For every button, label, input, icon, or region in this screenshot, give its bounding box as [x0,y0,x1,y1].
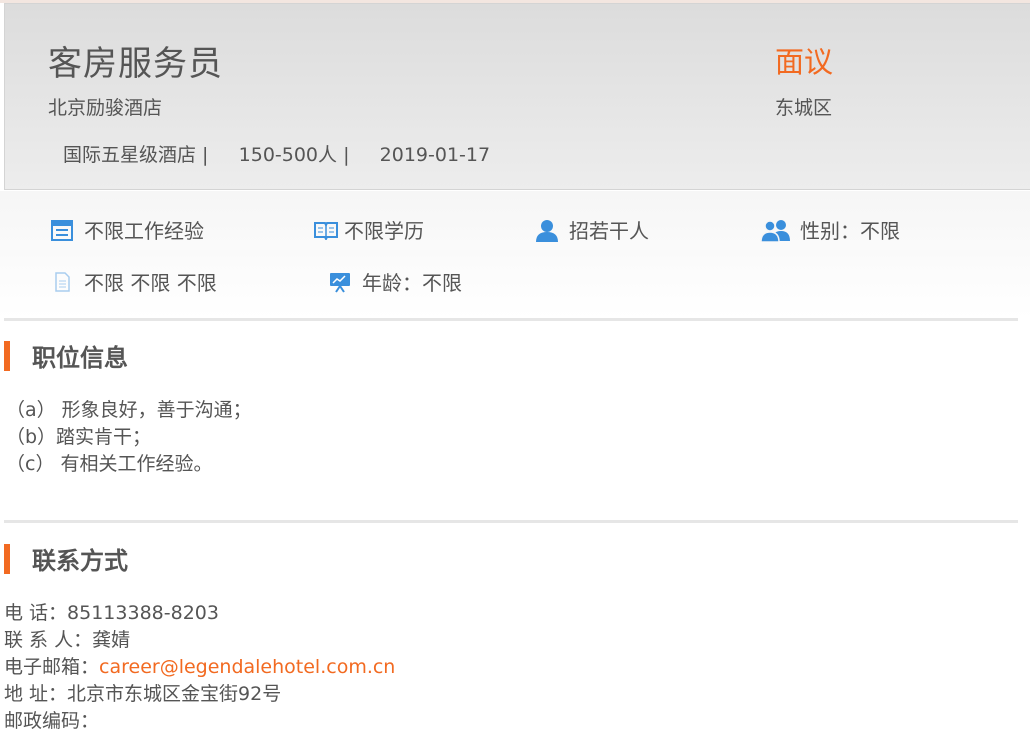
tag-experience-label: 不限工作经验 [84,219,204,243]
salary: 面议 [775,45,834,79]
company-name[interactable]: 北京励骏酒店 [48,93,162,120]
tag-education-label: 不限学历 [344,219,424,243]
district: 东城区 [775,97,833,119]
person-value: 龚婧 [92,629,131,651]
phone-value: 85113388-8203 [67,602,219,624]
presentation-icon [326,269,354,295]
contact-address: 地 址：北京市东城区金宝街92号 [4,679,281,706]
job-tags: 不限工作经验 不限学历 招若干人 性别：不限 不限 不限 不限 年龄：不限 [0,191,1030,319]
tag-extra: 不限 不限 不限 [48,267,217,296]
contact-email: 电子邮箱：career@legendalehotel.com.cn [4,652,395,679]
address-label: 地 址： [4,683,68,705]
job-requirement: （a） 形象良好，善于沟通； [6,399,252,421]
email-label: 电子邮箱： [4,656,100,678]
tag-headcount: 招若干人 [533,215,649,244]
people-icon [760,217,792,243]
job-requirement: （c） 有相关工作经验。 [6,453,213,475]
job-title: 客房服务员 [48,44,223,84]
heading-accent-bar [4,340,10,371]
contact-phone: 电 话：85113388-8203 [4,598,219,625]
job-info-title: 职位信息 [32,344,128,372]
company-meta: 国际五星级酒店 | 150-500人 | 2019-01-17 [63,144,491,166]
phone-label: 电 话： [4,602,68,624]
divider-contact [4,520,1018,523]
person-label: 联 系 人： [4,629,93,651]
book-icon [312,217,340,243]
tag-gender-label: 性别：不限 [800,219,900,243]
document-icon [48,269,76,295]
calendar-icon [48,217,76,243]
person-icon [533,217,561,243]
contact-postcode: 邮政编码： [4,706,99,733]
contact-title: 联系方式 [32,547,128,575]
tag-age-label: 年龄：不限 [362,271,462,295]
job-header: 客房服务员 北京励骏酒店 国际五星级酒店 | 150-500人 | 2019-0… [4,3,1030,190]
heading-accent-bar [4,543,10,574]
job-requirement: （b）踏实肯干； [6,426,152,448]
tag-extra-label: 不限 不限 不限 [84,271,217,295]
address-value: 北京市东城区金宝街92号 [67,683,282,705]
email-link[interactable]: career@legendalehotel.com.cn [99,656,395,678]
postcode-label: 邮政编码： [4,710,100,732]
contact-heading: 联系方式 [4,541,128,576]
contact-person: 联 系 人：龚婧 [4,625,130,652]
tag-gender: 性别：不限 [760,215,900,244]
tag-experience: 不限工作经验 [48,215,204,244]
tag-age: 年龄：不限 [326,267,462,296]
divider-job-info [4,318,1018,321]
tag-headcount-label: 招若干人 [569,219,649,243]
job-info-heading: 职位信息 [4,338,128,373]
tag-education: 不限学历 [312,215,424,244]
